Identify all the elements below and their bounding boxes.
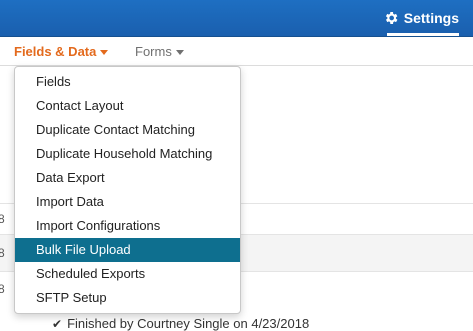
sub-navigation: Fields & Data Forms [0, 37, 473, 66]
top-bar: Settings [0, 0, 473, 37]
chevron-down-icon [100, 50, 109, 55]
status-text: Finished by Courtney Single on 4/23/2018 [67, 316, 310, 331]
menu-item-contact-layout[interactable]: Contact Layout [15, 94, 240, 118]
menu-item-sftp-setup[interactable]: SFTP Setup [15, 286, 240, 310]
row-value: 8 [0, 212, 5, 226]
status-line: ✔ Finished by Courtney Single on 4/23/20… [52, 316, 309, 331]
fields-and-data-dropdown-menu: Fields Contact Layout Duplicate Contact … [14, 66, 241, 314]
menu-item-import-configurations[interactable]: Import Configurations [15, 214, 240, 238]
tab-fields-and-data-label: Fields & Data [14, 44, 97, 59]
row-value: 8 [0, 282, 5, 296]
menu-item-scheduled-exports[interactable]: Scheduled Exports [15, 262, 240, 286]
menu-item-bulk-file-upload[interactable]: Bulk File Upload [15, 238, 240, 262]
tab-fields-and-data[interactable]: Fields & Data [14, 44, 109, 59]
row-value: 8 [0, 246, 5, 260]
tab-forms-label: Forms [135, 44, 172, 59]
menu-item-duplicate-household-matching[interactable]: Duplicate Household Matching [15, 142, 240, 166]
menu-item-import-data[interactable]: Import Data [15, 190, 240, 214]
tab-forms[interactable]: Forms [135, 44, 184, 59]
gear-icon [385, 12, 398, 24]
settings-label: Settings [403, 10, 459, 26]
menu-item-data-export[interactable]: Data Export [15, 166, 240, 190]
settings-active-indicator [387, 33, 459, 36]
check-icon: ✔ [52, 316, 63, 331]
menu-item-fields[interactable]: Fields [15, 70, 240, 94]
chevron-down-icon [175, 50, 184, 55]
menu-item-duplicate-contact-matching[interactable]: Duplicate Contact Matching [15, 118, 240, 142]
settings-button[interactable]: Settings [383, 8, 459, 28]
